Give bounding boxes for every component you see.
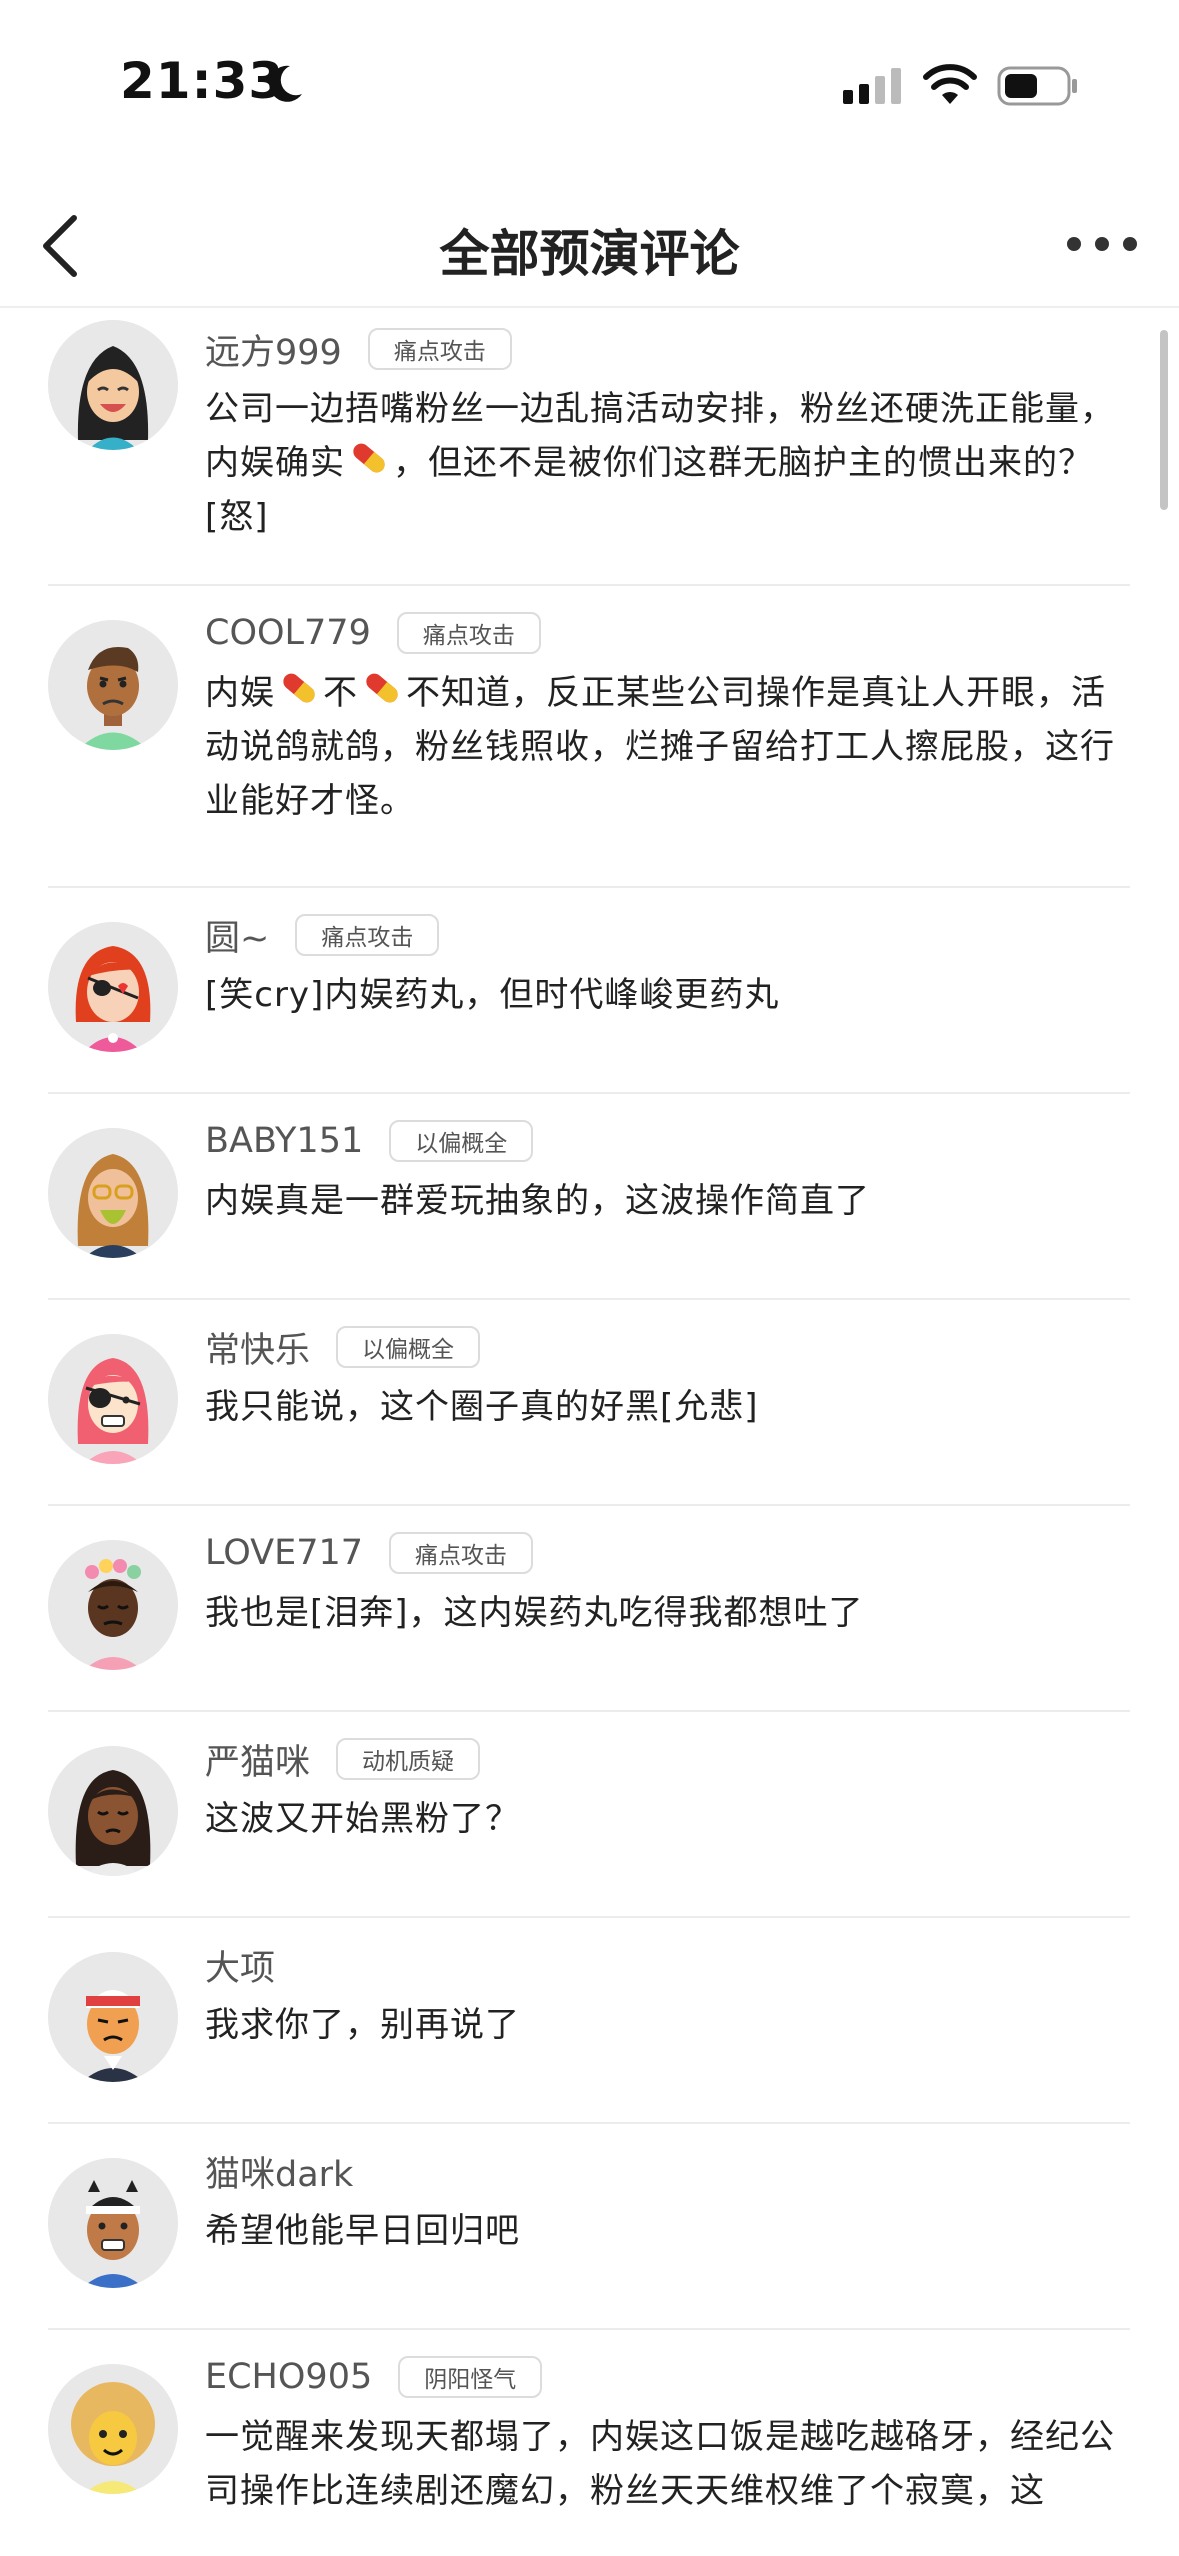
avatar[interactable] [48,320,178,450]
comment-text: 这波又开始黑粉了？ [205,1799,520,1839]
comment-tag: 动机质疑 [336,1738,481,1780]
moon-icon [269,65,302,102]
pill-emoji-icon [283,673,315,703]
username[interactable]: BABY151 [205,1121,363,1161]
username[interactable]: 远方999 [205,324,342,375]
comment-item: 常快乐 以偏概全 我只能说，这个圈子真的好黑[允悲] [48,1300,1130,1506]
username[interactable]: 猫咪dark [205,2146,353,2197]
comment-item: COOL779 痛点攻击 内娱不不知道，反正某些公司操作是真让人开眼，活动说鸽就… [48,586,1130,888]
comment-item: 严猫咪 动机质疑 这波又开始黑粉了？ [48,1712,1130,1918]
comment-tag: 痛点攻击 [389,1532,534,1574]
username[interactable]: COOL779 [205,613,371,653]
comment-text: 我也是[泪奔]，这内娱药丸吃得我都想吐了 [205,1593,864,1633]
comment-tag: 以偏概全 [336,1326,481,1368]
avatar[interactable] [48,2158,178,2288]
comment-text: 我只能说，这个圈子真的好黑[允悲] [205,1387,759,1427]
username[interactable]: LOVE717 [205,1533,363,1573]
comment-item: LOVE717 痛点攻击 我也是[泪奔]，这内娱药丸吃得我都想吐了 [48,1506,1130,1712]
username[interactable]: 大项 [205,1940,275,1991]
username[interactable]: ECHO905 [205,2357,372,2397]
comment-item: ECHO905 阴阳怪气 一觉醒来发现天都塌了，内娱这口饭是越吃越硌牙，经纪公司… [48,2330,1130,2530]
page-title: 全部预演评论 [439,225,740,283]
comment-text: 公司一边捂嘴粉丝一边乱搞活动安排，粉丝还硬洗正能量，内娱确实 ，但还不是被你们这群… [205,389,1115,537]
comment-text: 内娱真是一群爱玩抽象的，这波操作简直了 [205,1181,870,1221]
username[interactable]: 严猫咪 [205,1734,310,1785]
pill-emoji-icon [353,443,385,473]
avatar[interactable] [48,922,178,1052]
comment-tag: 以偏概全 [389,1120,534,1162]
avatar[interactable] [48,1128,178,1258]
comment-tag: 痛点攻击 [295,914,440,956]
status-time: 21:33 [120,52,285,110]
avatar[interactable] [48,1540,178,1670]
comment-item: BABY151 以偏概全 内娱真是一群爱玩抽象的，这波操作简直了 [48,1094,1130,1300]
comment-list: 远方999 痛点攻击 公司一边捂嘴粉丝一边乱搞活动安排，粉丝还硬洗正能量，内娱确… [0,310,1179,2530]
comment-item: 远方999 痛点攻击 公司一边捂嘴粉丝一边乱搞活动安排，粉丝还硬洗正能量，内娱确… [48,310,1130,586]
cellular-signal-icon [843,68,901,104]
comment-text: 一觉醒来发现天都塌了，内娱这口饭是越吃越硌牙，经纪公司操作比连续剧还魔幻，粉丝天… [205,2417,1115,2511]
nav-bar: 全部预演评论 [0,190,1179,308]
avatar[interactable] [48,2364,178,2494]
username[interactable]: 常快乐 [205,1322,310,1373]
more-options-button[interactable] [1062,224,1142,264]
comment-text: 内娱不不知道，反正某些公司操作是真让人开眼，活动说鸽就鸽，粉丝钱照收，烂摊子留给… [205,666,1126,828]
comment-item: 猫咪dark 希望他能早日回归吧 [48,2124,1130,2330]
comment-item: 大项 我求你了，别再说了 [48,1918,1130,2124]
comment-tag: 痛点攻击 [367,328,512,370]
avatar[interactable] [48,1952,178,2082]
pill-emoji-icon [366,673,398,703]
comment-text: 希望他能早日回归吧 [205,2211,520,2251]
comment-item: 圆~ 痛点攻击 [笑cry]内娱药丸，但时代峰峻更药丸 [48,888,1130,1094]
comment-tag: 阴阳怪气 [398,2356,543,2398]
battery-icon [997,66,1077,106]
comment-text: [笑cry]内娱药丸，但时代峰峻更药丸 [205,975,780,1015]
comment-tag: 痛点攻击 [396,612,541,654]
comment-text: 我求你了，别再说了 [205,2005,520,2045]
username[interactable]: 圆~ [205,910,269,961]
avatar[interactable] [48,1334,178,1464]
wifi-icon [923,64,977,104]
avatar[interactable] [48,620,178,750]
avatar[interactable] [48,1746,178,1876]
status-bar: 21:33 [0,0,1179,170]
